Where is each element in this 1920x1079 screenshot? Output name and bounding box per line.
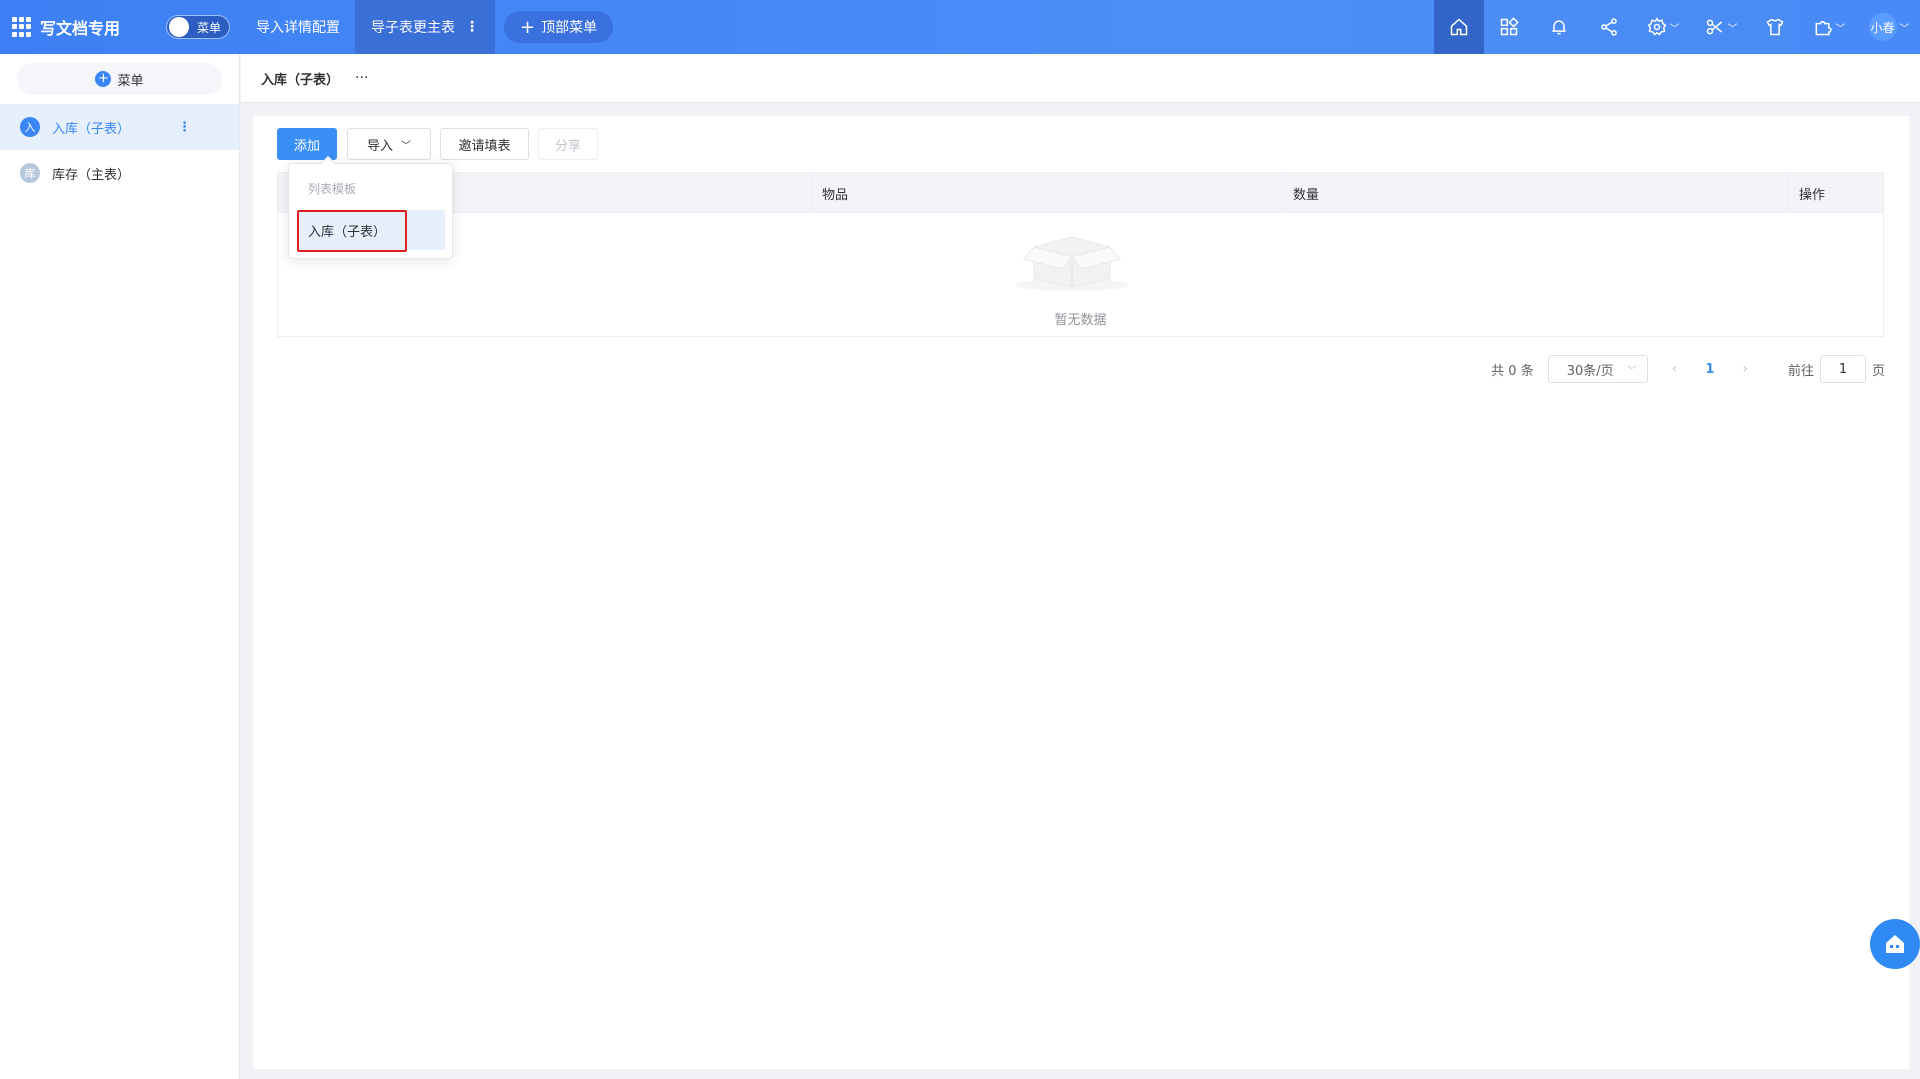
chevron-down-icon: ﹀ — [1626, 365, 1637, 377]
topnav-item-label: 导入详情配置 — [256, 20, 340, 36]
prev-page-icon[interactable]: ‹ — [1672, 361, 1678, 377]
import-button-label: 导入 — [366, 138, 393, 154]
column-header-label: 操作 — [1799, 187, 1826, 203]
topnav-item-label: 导子表更主表 — [371, 20, 455, 36]
topnav-sub-to-main[interactable]: 导子表更主表 ⋮ — [355, 0, 495, 54]
column-header-label: 物品 — [822, 187, 849, 203]
apps-grid-icon[interactable] — [12, 17, 32, 37]
puzzle-icon[interactable]: ﹀ — [1800, 0, 1858, 54]
share-button-label: 分享 — [554, 138, 581, 154]
form-badge-icon: 库 — [20, 163, 40, 183]
chevron-down-icon: ﹀ — [1669, 23, 1680, 35]
top-bar: 写文档专用 菜单 导入详情配置 导子表更主表 ⋮ + 顶部菜单 ﹀ ﹀ ﹀ 小春… — [0, 0, 1920, 54]
column-header-actions: 操作 — [1788, 173, 1885, 213]
page-size-select[interactable]: 30条/页 ﹀ — [1547, 355, 1648, 383]
import-dropdown-button[interactable]: 导入 ﹀ — [347, 128, 431, 160]
house-icon — [1886, 935, 1904, 953]
table-header: 物品 数量 操作 — [278, 173, 1883, 213]
more-icon[interactable]: ··· — [355, 70, 368, 86]
empty-box-icon — [1016, 236, 1128, 291]
plus-icon: + — [520, 16, 536, 38]
chevron-down-icon: ﹀ — [1899, 23, 1910, 35]
avatar: 小春 — [1868, 13, 1897, 41]
main-panel: 添加 导入 ﹀ 邀请填表 分享 物品 数量 操作 暂无数据 列表模板 入库（子表… — [253, 116, 1909, 1069]
plus-circle-icon: + — [95, 71, 112, 87]
toggle-knob — [169, 17, 189, 37]
add-top-menu-button[interactable]: + 顶部菜单 — [504, 11, 614, 43]
page-size-value: 30条/页 — [1566, 363, 1614, 379]
more-icon[interactable]: ⋮ — [465, 19, 479, 35]
goto-label: 前往 — [1787, 363, 1814, 379]
bell-icon[interactable] — [1534, 0, 1584, 54]
apps-icon[interactable] — [1484, 0, 1534, 54]
sidebar-item-label: 库存（主表） — [52, 167, 131, 183]
column-header-quantity[interactable]: 数量 — [1282, 173, 1788, 213]
pagination: 共 0 条 30条/页 ﹀ ‹ 1 › 前往 1 页 — [1491, 355, 1885, 383]
sidebar-item-inbound[interactable]: 入 入库（子表） ⋮ — [0, 104, 239, 150]
chevron-down-icon: ﹀ — [1835, 23, 1846, 35]
data-table: 物品 数量 操作 暂无数据 — [277, 172, 1884, 337]
add-top-menu-label: 顶部菜单 — [541, 20, 598, 36]
sidebar: + 菜单 入 入库（子表） ⋮ 库 库存（主表） — [0, 54, 240, 1079]
goto-page-input[interactable]: 1 — [1819, 355, 1866, 383]
page-suffix: 页 — [1871, 363, 1885, 379]
column-header-item[interactable]: 物品 — [811, 173, 1282, 213]
page-title: 入库（子表） — [261, 72, 340, 88]
import-dropdown-menu: 列表模板 入库（子表） — [288, 155, 453, 259]
empty-state: 暂无数据 — [278, 213, 1883, 337]
empty-text: 暂无数据 — [1054, 313, 1107, 328]
invite-button-label: 邀请填表 — [458, 138, 511, 154]
invite-fill-button[interactable]: 邀请填表 — [440, 128, 529, 160]
scissors-icon[interactable]: ﹀ — [1692, 0, 1750, 54]
add-button-label: 添加 — [293, 138, 320, 154]
add-menu-label: 菜单 — [117, 73, 144, 89]
chevron-down-icon: ﹀ — [1727, 23, 1738, 35]
column-header-label: 数量 — [1293, 187, 1320, 203]
menu-toggle-label: 菜单 — [197, 20, 222, 35]
floating-home-button[interactable] — [1870, 919, 1920, 969]
menu-toggle[interactable]: 菜单 — [166, 15, 230, 39]
more-icon[interactable]: ⋮ — [178, 120, 191, 135]
share-button[interactable]: 分享 — [538, 128, 598, 160]
app-title: 写文档专用 — [40, 19, 121, 38]
current-page[interactable]: 1 — [1705, 362, 1714, 377]
home-icon[interactable] — [1434, 0, 1484, 54]
sidebar-item-inventory[interactable]: 库 库存（主表） — [0, 150, 239, 196]
share-icon[interactable] — [1584, 0, 1634, 54]
user-menu[interactable]: 小春 ﹀ — [1858, 0, 1920, 54]
gear-icon[interactable]: ﹀ — [1634, 0, 1692, 54]
add-menu-button[interactable]: + 菜单 — [17, 63, 222, 95]
shirt-icon[interactable] — [1750, 0, 1800, 54]
chevron-down-icon: ﹀ — [401, 140, 411, 152]
brand[interactable]: 写文档专用 — [12, 0, 120, 54]
next-page-icon[interactable]: › — [1742, 361, 1748, 377]
topbar-actions: ﹀ ﹀ ﹀ 小春 ﹀ — [1434, 0, 1920, 54]
sidebar-item-label: 入库（子表） — [52, 121, 131, 137]
form-badge-icon: 入 — [20, 117, 40, 137]
dropdown-group-title: 列表模板 — [308, 182, 357, 196]
total-count: 共 0 条 — [1491, 363, 1534, 379]
breadcrumb: 入库（子表） ··· — [241, 54, 1920, 103]
highlight-box — [297, 210, 407, 252]
topnav-import-config[interactable]: 导入详情配置 — [240, 0, 356, 54]
